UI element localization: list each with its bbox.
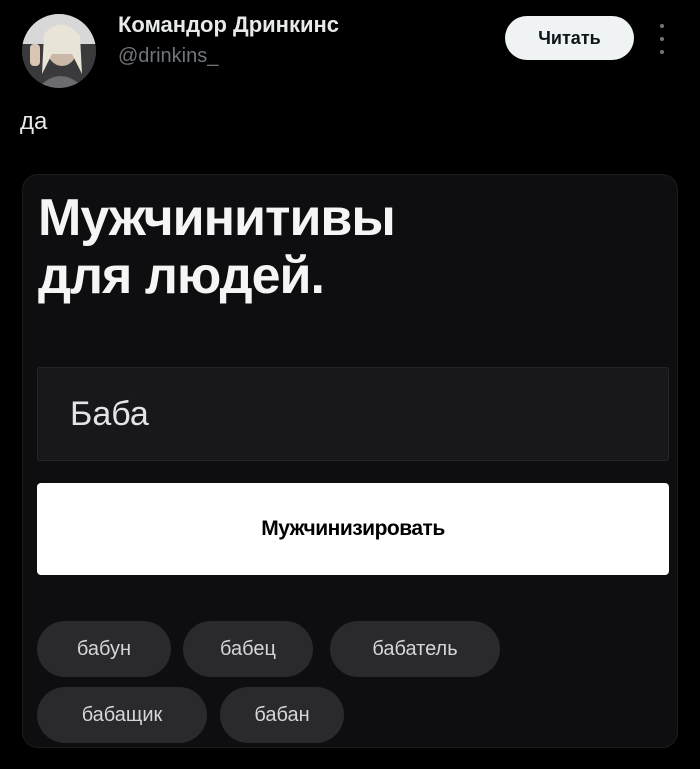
name-input[interactable]	[37, 367, 669, 461]
suggestion-chip[interactable]: бабан	[220, 687, 344, 743]
follow-button[interactable]: Читать	[505, 16, 634, 60]
author-name[interactable]: Командор Дринкинс	[118, 12, 339, 38]
author-handle[interactable]: @drinkins_	[118, 45, 218, 68]
card-heading-line2: для людей.	[38, 247, 325, 305]
suggestion-chip[interactable]: бабун	[37, 621, 171, 677]
suggestion-chip[interactable]: бабец	[183, 621, 313, 677]
avatar[interactable]	[22, 14, 96, 88]
masculinize-button[interactable]: Мужчинизировать	[37, 483, 669, 575]
tweet-text: да	[20, 108, 48, 135]
card-heading: Мужчинитивы для людей.	[38, 189, 396, 305]
suggestion-chip[interactable]: бабатель	[330, 621, 500, 677]
tweet-media-image[interactable]: Мужчинитивы для людей. Мужчинизировать б…	[22, 174, 678, 748]
more-options-icon[interactable]	[655, 24, 669, 54]
card-heading-line1: Мужчинитивы	[38, 189, 396, 247]
avatar-image	[22, 14, 96, 88]
suggestion-chip[interactable]: бабащик	[37, 687, 207, 743]
